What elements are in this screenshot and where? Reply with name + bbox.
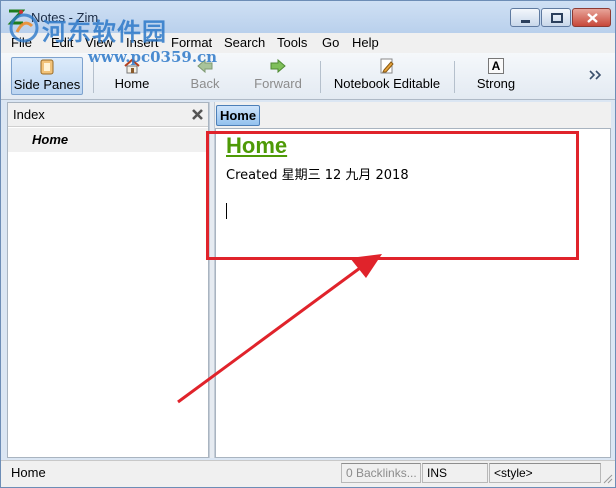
- bold-icon: A: [488, 58, 504, 74]
- toolbar-separator: [454, 61, 455, 93]
- toolbar-separator: [320, 61, 321, 93]
- strong-label: Strong: [476, 76, 516, 91]
- path-bar: Home: [215, 102, 611, 128]
- menu-go[interactable]: Go: [322, 35, 339, 50]
- backlinks-button[interactable]: 0 Backlinks...: [341, 463, 421, 483]
- minimize-icon: [521, 20, 530, 23]
- watermark-text: 河东软件园: [42, 18, 167, 46]
- close-window-button[interactable]: [572, 8, 611, 27]
- menu-search[interactable]: Search: [224, 35, 265, 50]
- toolbar-overflow-icon[interactable]: [588, 69, 602, 81]
- insert-mode-indicator: INS: [422, 463, 488, 483]
- notebook-editable-label: Notebook Editable: [333, 76, 441, 91]
- index-item-home[interactable]: Home: [8, 128, 208, 152]
- side-panes-button[interactable]: Side Panes: [11, 57, 83, 95]
- forward-arrow-icon: [270, 58, 286, 74]
- close-icon: [587, 13, 598, 23]
- menu-help[interactable]: Help: [352, 35, 379, 50]
- side-panes-label: Side Panes: [13, 77, 81, 92]
- watermark-logo-icon: [9, 13, 39, 43]
- notebook-editable-button[interactable]: Notebook Editable: [329, 57, 445, 95]
- watermark-url: www.pc0359.cn: [88, 48, 218, 66]
- annotation-highlight-box: [206, 131, 579, 260]
- strong-button[interactable]: A Strong: [471, 57, 521, 95]
- forward-button[interactable]: Forward: [249, 57, 307, 95]
- index-title: Index: [13, 107, 45, 122]
- path-button-home[interactable]: Home: [216, 105, 260, 126]
- minimize-button[interactable]: [510, 8, 540, 27]
- index-header: Index: [8, 103, 208, 127]
- style-indicator: <style>: [489, 463, 601, 483]
- side-panes-icon: [40, 59, 54, 75]
- index-item-label: Home: [32, 132, 69, 147]
- forward-label: Forward: [254, 76, 302, 91]
- close-icon[interactable]: [191, 108, 204, 121]
- edit-pencil-icon: [380, 58, 394, 74]
- status-bar: Home 0 Backlinks... INS <style>: [1, 460, 615, 487]
- back-label: Back: [190, 76, 220, 91]
- annotation-arrow-icon: [177, 254, 382, 404]
- resize-grip-icon[interactable]: [603, 474, 613, 484]
- maximize-button[interactable]: [541, 8, 571, 27]
- home-label: Home: [114, 76, 150, 91]
- menu-tools[interactable]: Tools: [277, 35, 307, 50]
- status-page-name: Home: [11, 465, 46, 480]
- maximize-icon: [551, 13, 563, 23]
